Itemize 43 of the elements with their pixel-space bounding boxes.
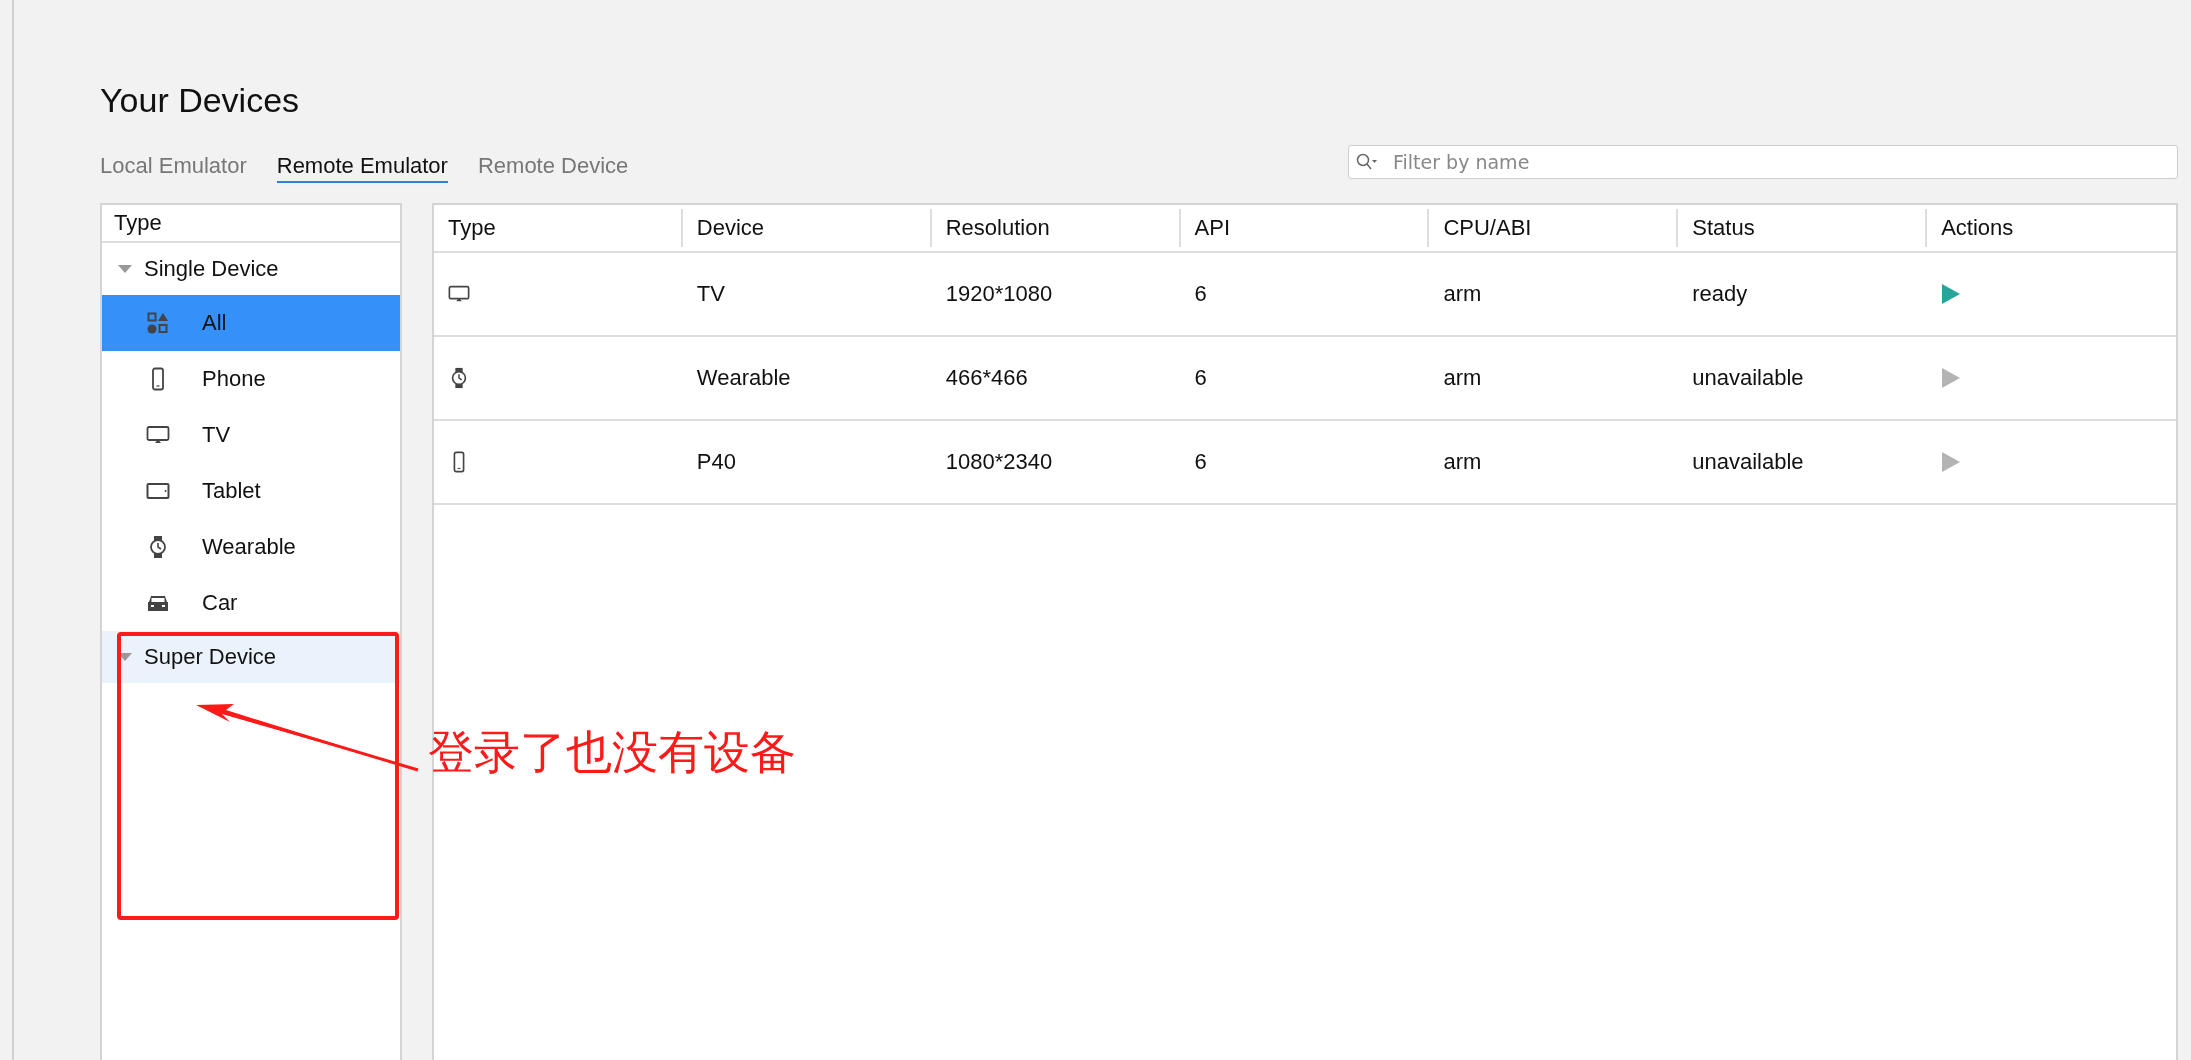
column-header: API bbox=[1180, 209, 1430, 247]
play-button[interactable] bbox=[1941, 367, 1962, 389]
column-header: Type bbox=[102, 205, 400, 243]
tree-item[interactable]: Car bbox=[102, 575, 400, 631]
column-header: Resolution bbox=[931, 209, 1181, 247]
expand-arrow-icon bbox=[118, 652, 132, 662]
tab[interactable]: Local Emulator bbox=[100, 153, 247, 183]
column-header: Actions bbox=[1940, 214, 2015, 242]
play-button[interactable] bbox=[1941, 283, 1962, 305]
table-cell: arm bbox=[1443, 281, 1482, 307]
search-field[interactable]: Filter by name bbox=[1348, 145, 2178, 179]
column-header: Status bbox=[1678, 209, 1928, 247]
annotation-text: 登录了也没有设备 bbox=[428, 724, 796, 781]
table-cell: arm bbox=[1443, 449, 1482, 475]
table-cell: unavailable bbox=[1692, 365, 1804, 391]
expand-arrow-icon bbox=[118, 264, 132, 274]
tree-item[interactable]: TV bbox=[102, 407, 400, 463]
tree-item[interactable]: Phone bbox=[102, 351, 400, 407]
table-cell: 1920*1080 bbox=[945, 281, 1053, 307]
table-cell: 1080*2340 bbox=[945, 449, 1053, 475]
all-icon bbox=[146, 311, 170, 335]
table-cell: 6 bbox=[1194, 281, 1207, 307]
table-cell: 6 bbox=[1194, 365, 1207, 391]
tree-group[interactable]: Single Device bbox=[102, 243, 400, 295]
tab[interactable]: Remote Device bbox=[477, 153, 629, 183]
page-title: Your Devices bbox=[100, 80, 301, 121]
table-cell: TV bbox=[696, 281, 725, 307]
table-cell: 6 bbox=[1194, 449, 1207, 475]
play-button[interactable] bbox=[1941, 451, 1962, 473]
table-cell: unavailable bbox=[1692, 449, 1804, 475]
table-cell: 466*466 bbox=[945, 365, 1028, 391]
column-header: CPU/ABI bbox=[1429, 209, 1679, 247]
tree-item[interactable]: Wearable bbox=[102, 519, 400, 575]
table-cell: ready bbox=[1692, 281, 1748, 307]
column-header: Type bbox=[434, 209, 683, 247]
tree-group[interactable]: Super Device bbox=[102, 631, 400, 683]
column-header: Device bbox=[682, 209, 932, 247]
table-cell: Wearable bbox=[696, 365, 791, 391]
tree-item[interactable]: Tablet bbox=[102, 463, 400, 519]
table-cell: P40 bbox=[696, 449, 736, 475]
tab[interactable]: Remote Emulator bbox=[276, 153, 448, 183]
tree-item[interactable]: All bbox=[102, 295, 400, 351]
table-cell: arm bbox=[1443, 365, 1482, 391]
